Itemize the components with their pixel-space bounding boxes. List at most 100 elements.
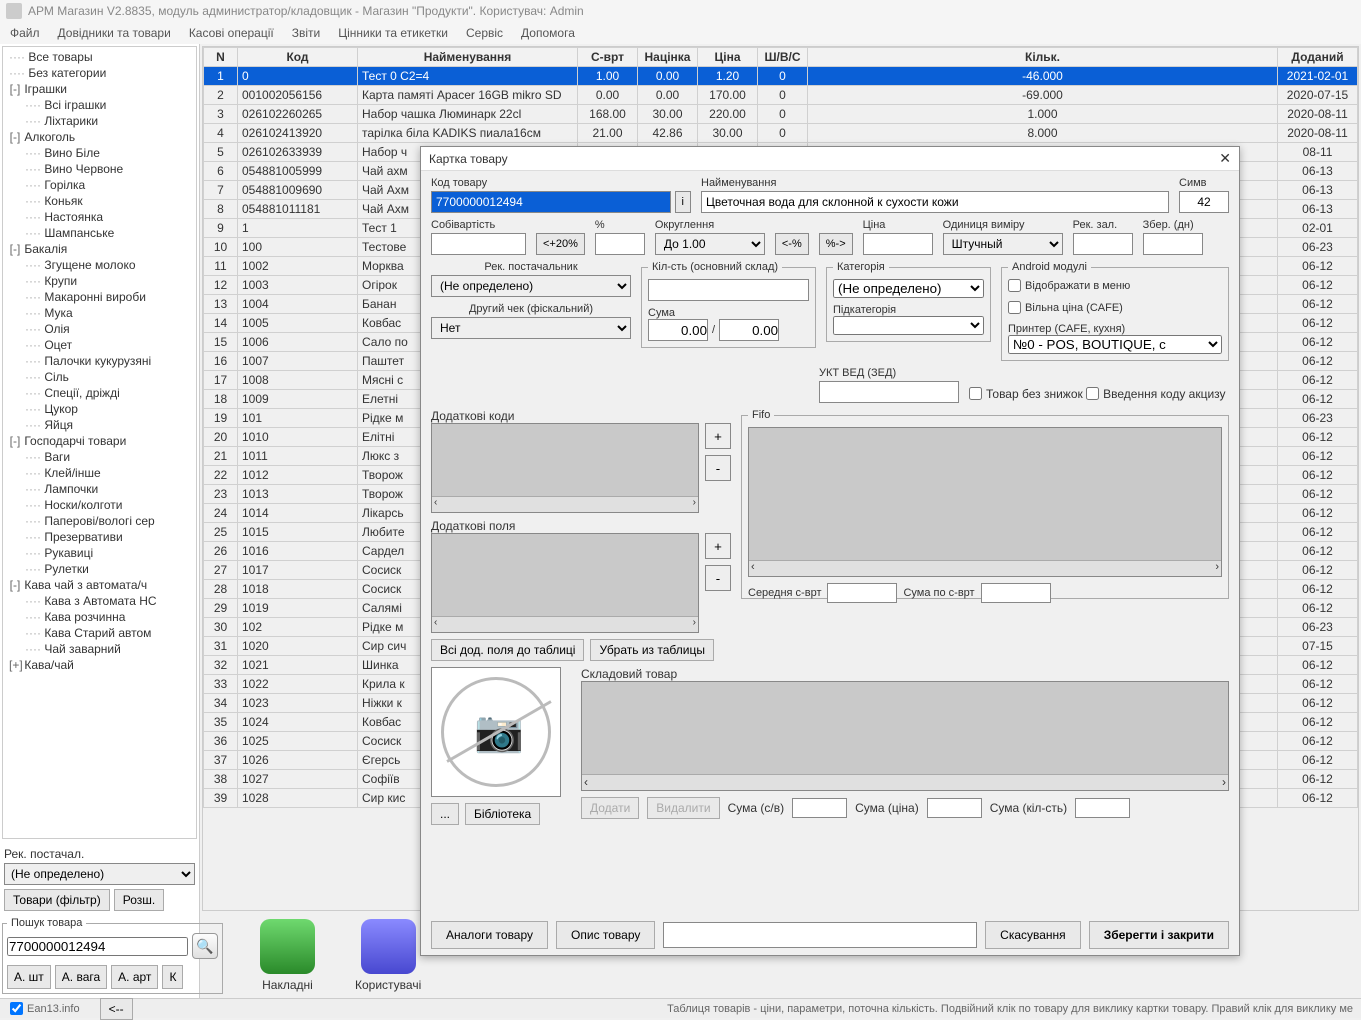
search-input[interactable] <box>7 937 188 956</box>
tree-node[interactable]: ···· Крупи <box>5 273 194 289</box>
tree-node[interactable]: ···· Згущене молоко <box>5 257 194 273</box>
ukt-input[interactable] <box>819 381 959 403</box>
tree-node[interactable]: [-] Господарчі товари <box>5 433 194 449</box>
tree-node[interactable]: ···· Лампочки <box>5 481 194 497</box>
column-header[interactable]: N <box>204 48 238 67</box>
back-button[interactable]: <-- <box>100 998 133 1020</box>
sum-cv-input[interactable] <box>792 798 847 818</box>
product-code-input[interactable] <box>431 191 671 213</box>
column-header[interactable]: Ш/В/С <box>758 48 808 67</box>
addcode-plus-button[interactable]: + <box>705 423 731 449</box>
tree-node[interactable]: ···· Всі іграшки <box>5 97 194 113</box>
filter-products-button[interactable]: Товари (фільтр) <box>4 889 110 911</box>
tree-node[interactable]: ···· Кава Старий автом <box>5 625 194 641</box>
table-row[interactable]: 3026102260265Набор чашка Люминарк 22cl16… <box>204 105 1358 124</box>
tree-node[interactable]: ···· Рукавиці <box>5 545 194 561</box>
tree-node[interactable]: ···· Макаронні вироби <box>5 289 194 305</box>
fifo-list[interactable]: ‹› <box>748 427 1222 577</box>
tree-node[interactable]: ···· Презервативи <box>5 529 194 545</box>
table-row[interactable]: 4026102413920тарілка біла KADIKS пиала16… <box>204 124 1358 143</box>
tree-node[interactable]: ···· Палочки кукурузяні <box>5 353 194 369</box>
tree-node[interactable]: ···· Носки/колготи <box>5 497 194 513</box>
tree-node[interactable]: [-] Кава чай з автомата/ч <box>5 577 194 593</box>
category-select[interactable]: (Не определено) <box>833 279 984 298</box>
subcategory-select[interactable] <box>833 316 984 335</box>
tree-node[interactable]: ···· Спеції, дріжді <box>5 385 194 401</box>
tree-node[interactable]: ···· Горілка <box>5 177 194 193</box>
tree-node[interactable]: [-] Алкоголь <box>5 129 194 145</box>
remove-fields-button[interactable]: Убрать из таблицы <box>590 639 714 661</box>
menu-directories[interactable]: Довідники та товари <box>58 26 171 40</box>
reczal-input[interactable] <box>1073 233 1133 255</box>
tree-node[interactable]: ···· Рулетки <box>5 561 194 577</box>
menu-reports[interactable]: Звіти <box>292 26 321 40</box>
tree-node[interactable]: [-] Іграшки <box>5 81 194 97</box>
avg-cost-input[interactable] <box>827 583 897 603</box>
sum-cost-input[interactable] <box>981 583 1051 603</box>
tree-node[interactable]: ···· Яйця <box>5 417 194 433</box>
tree-node[interactable]: ···· Олія <box>5 321 194 337</box>
show-menu-checkbox[interactable]: Відображати в меню <box>1008 279 1130 292</box>
menu-help[interactable]: Допомога <box>521 26 575 40</box>
cost-input[interactable] <box>431 233 526 255</box>
excise-checkbox[interactable]: Введення коду акцизу <box>1086 387 1225 401</box>
tree-node[interactable]: ···· Паперові/вологі сер <box>5 513 194 529</box>
menu-file[interactable]: Файл <box>10 26 40 40</box>
add-component-button[interactable]: Додати <box>581 797 639 819</box>
plus20-button[interactable]: <+20% <box>536 233 585 255</box>
column-header[interactable]: Націнка <box>638 48 698 67</box>
unit-select[interactable]: Штучный <box>943 233 1063 255</box>
tree-node[interactable]: ···· Коньяк <box>5 193 194 209</box>
column-header[interactable]: Доданий <box>1278 48 1358 67</box>
menu-labels[interactable]: Цінники та етикетки <box>338 26 448 40</box>
tree-node[interactable]: ···· Цукор <box>5 401 194 417</box>
tree-node[interactable]: ···· Мука <box>5 305 194 321</box>
addcodes-list[interactable]: ‹› <box>431 423 699 513</box>
nakladni-app[interactable]: Накладні <box>260 919 315 992</box>
round-select[interactable]: До 1.00 <box>655 233 765 255</box>
price-input[interactable] <box>863 233 933 255</box>
column-header[interactable]: Найменування <box>358 48 578 67</box>
second-check-select[interactable]: Нет <box>431 317 631 339</box>
extended-button[interactable]: Розш. <box>114 889 164 911</box>
zber-input[interactable] <box>1143 233 1203 255</box>
users-app[interactable]: Користувачі <box>355 919 421 992</box>
pct-input[interactable] <box>595 233 645 255</box>
tree-node[interactable]: ···· Сіль <box>5 369 194 385</box>
symv-input[interactable] <box>1179 191 1229 213</box>
rec-supplier-select[interactable]: (Не определено) <box>4 863 195 885</box>
tree-node[interactable]: ···· Без категории <box>5 65 194 81</box>
addfield-minus-button[interactable]: - <box>705 565 731 591</box>
sum2-input[interactable] <box>719 319 779 341</box>
printer-select[interactable]: №0 - POS, BOUTIQUE, с <box>1008 335 1222 354</box>
info-button[interactable]: i <box>675 191 691 213</box>
menu-cash[interactable]: Касові операції <box>189 26 274 40</box>
library-button[interactable]: Бібліотека <box>465 803 540 825</box>
tree-node[interactable]: [+] Кава/чай <box>5 657 194 673</box>
category-tree[interactable]: ···· Все товары···· Без категории[-] Ігр… <box>2 46 197 839</box>
tree-node[interactable]: ···· Все товары <box>5 49 194 65</box>
auto-piece-button[interactable]: А. шт <box>7 965 51 989</box>
product-name-input[interactable] <box>701 191 1169 213</box>
column-header[interactable]: Кільк. <box>808 48 1278 67</box>
components-list[interactable]: ‹› <box>581 681 1229 791</box>
recpost-select[interactable]: (Не определено) <box>431 275 631 297</box>
all-fields-button[interactable]: Всі дод. поля до таблиці <box>431 639 584 661</box>
sum-qty-input[interactable] <box>1075 798 1130 818</box>
description-button[interactable]: Опис товару <box>556 921 655 949</box>
addfields-list[interactable]: ‹› <box>431 533 699 633</box>
footer-input[interactable] <box>663 922 977 948</box>
tree-node[interactable]: ···· Вино Біле <box>5 145 194 161</box>
auto-weight-button[interactable]: А. вага <box>55 965 107 989</box>
table-row[interactable]: 2001002056156Карта памяті Apacer 16GB mi… <box>204 86 1358 105</box>
tree-node[interactable]: ···· Ліхтарики <box>5 113 194 129</box>
sum1-input[interactable] <box>648 319 708 341</box>
table-row[interactable]: 10Тест 0 С2=41.000.001.200-46.0002021-02… <box>204 67 1358 86</box>
menu-service[interactable]: Сервіс <box>466 26 503 40</box>
k-button[interactable]: К <box>162 965 183 989</box>
tree-node[interactable]: ···· Ваги <box>5 449 194 465</box>
tree-node[interactable]: ···· Чай заварний <box>5 641 194 657</box>
column-header[interactable]: С-врт <box>578 48 638 67</box>
tree-node[interactable]: ···· Вино Червоне <box>5 161 194 177</box>
column-header[interactable]: Ціна <box>698 48 758 67</box>
